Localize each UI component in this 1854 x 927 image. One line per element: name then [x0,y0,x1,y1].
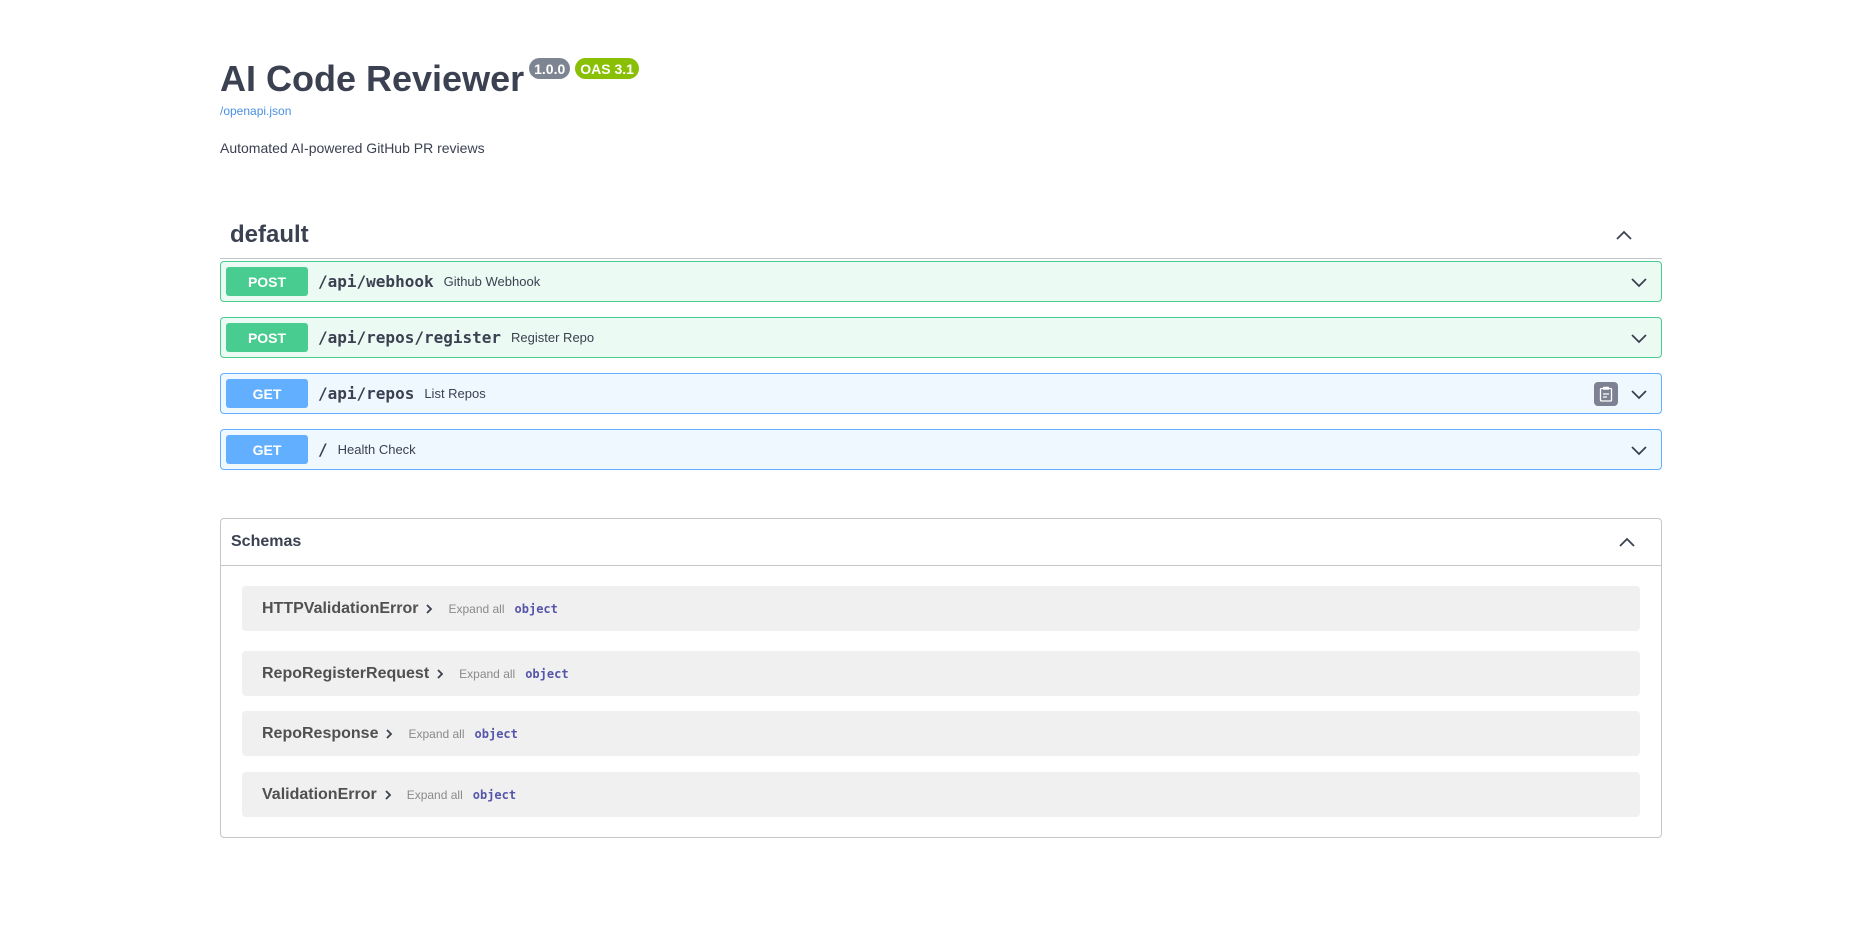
chevron-down-icon[interactable] [1628,327,1650,349]
operation-summary: Github Webhook [443,274,541,289]
schemas-title: Schemas [231,533,302,550]
model-name[interactable]: RepoResponse [262,725,378,743]
operation-controls [1594,381,1650,406]
api-description: Automated AI-powered GitHub PR reviews [220,140,485,156]
method-badge: GET [226,379,308,408]
model-container[interactable]: RepoRegisterRequest Expand all object [242,651,1640,696]
model-type: object [525,666,569,681]
operation-summary: Register Repo [511,330,595,345]
clipboard-icon[interactable] [1594,381,1618,406]
operation-path: /api/repos/register [318,328,502,347]
operation-summary: List Repos [424,386,486,401]
chevron-down-icon[interactable] [1628,383,1650,405]
model-name[interactable]: ValidationError [262,786,377,804]
tag-name: default [230,221,309,248]
oas-badge: OAS 3.1 [575,58,639,79]
chevron-up-icon[interactable] [1612,223,1636,247]
openapi-json-link[interactable]: /openapi.json [220,104,291,118]
method-badge: POST [226,323,308,352]
version-badge: 1.0.0 [529,58,571,79]
model-container[interactable]: ValidationError Expand all object [242,772,1640,817]
operation-post-repos-register[interactable]: POST /api/repos/register Register Repo [220,317,1662,358]
model-type: object [472,787,517,802]
model-type: object [474,726,518,741]
chevron-up-icon[interactable] [1615,530,1639,554]
method-badge: GET [226,435,308,464]
expand-all-link[interactable]: Expand all [408,727,464,741]
tag-section-header[interactable]: default [220,212,1662,259]
api-title-row: AI Code Reviewer 1.0.0 OAS 3.1 [220,58,639,100]
method-badge: POST [226,267,308,296]
schemas-header[interactable]: Schemas [221,519,1661,566]
chevron-right-icon[interactable] [435,668,445,680]
schemas-section: Schemas HTTPValidationError Expand all o… [220,518,1662,838]
chevron-right-icon[interactable] [383,789,393,801]
expand-all-link[interactable]: Expand all [459,667,515,681]
operation-controls [1628,271,1650,293]
model-type: object [514,601,558,616]
operation-path: /api/repos [318,384,415,403]
api-title: AI Code Reviewer [220,58,525,99]
operation-get-root[interactable]: GET / Health Check [220,429,1662,470]
version-badges: 1.0.0 OAS 3.1 [529,58,639,79]
operation-get-repos[interactable]: GET /api/repos List Repos [220,373,1662,414]
chevron-down-icon[interactable] [1628,271,1650,293]
model-container[interactable]: HTTPValidationError Expand all object [242,586,1640,631]
chevron-right-icon[interactable] [424,603,434,615]
model-name[interactable]: RepoRegisterRequest [262,665,429,683]
operation-controls [1628,327,1650,349]
operation-post-webhook[interactable]: POST /api/webhook Github Webhook [220,261,1662,302]
model-container[interactable]: RepoResponse Expand all object [242,711,1640,756]
operation-controls [1628,439,1650,461]
operation-path: /api/webhook [318,272,434,291]
model-name[interactable]: HTTPValidationError [262,600,418,618]
expand-all-link[interactable]: Expand all [448,602,504,616]
operation-summary: Health Check [337,442,416,457]
operation-path: / [318,440,328,459]
chevron-down-icon[interactable] [1628,439,1650,461]
chevron-right-icon[interactable] [384,728,394,740]
expand-all-link[interactable]: Expand all [407,788,463,802]
